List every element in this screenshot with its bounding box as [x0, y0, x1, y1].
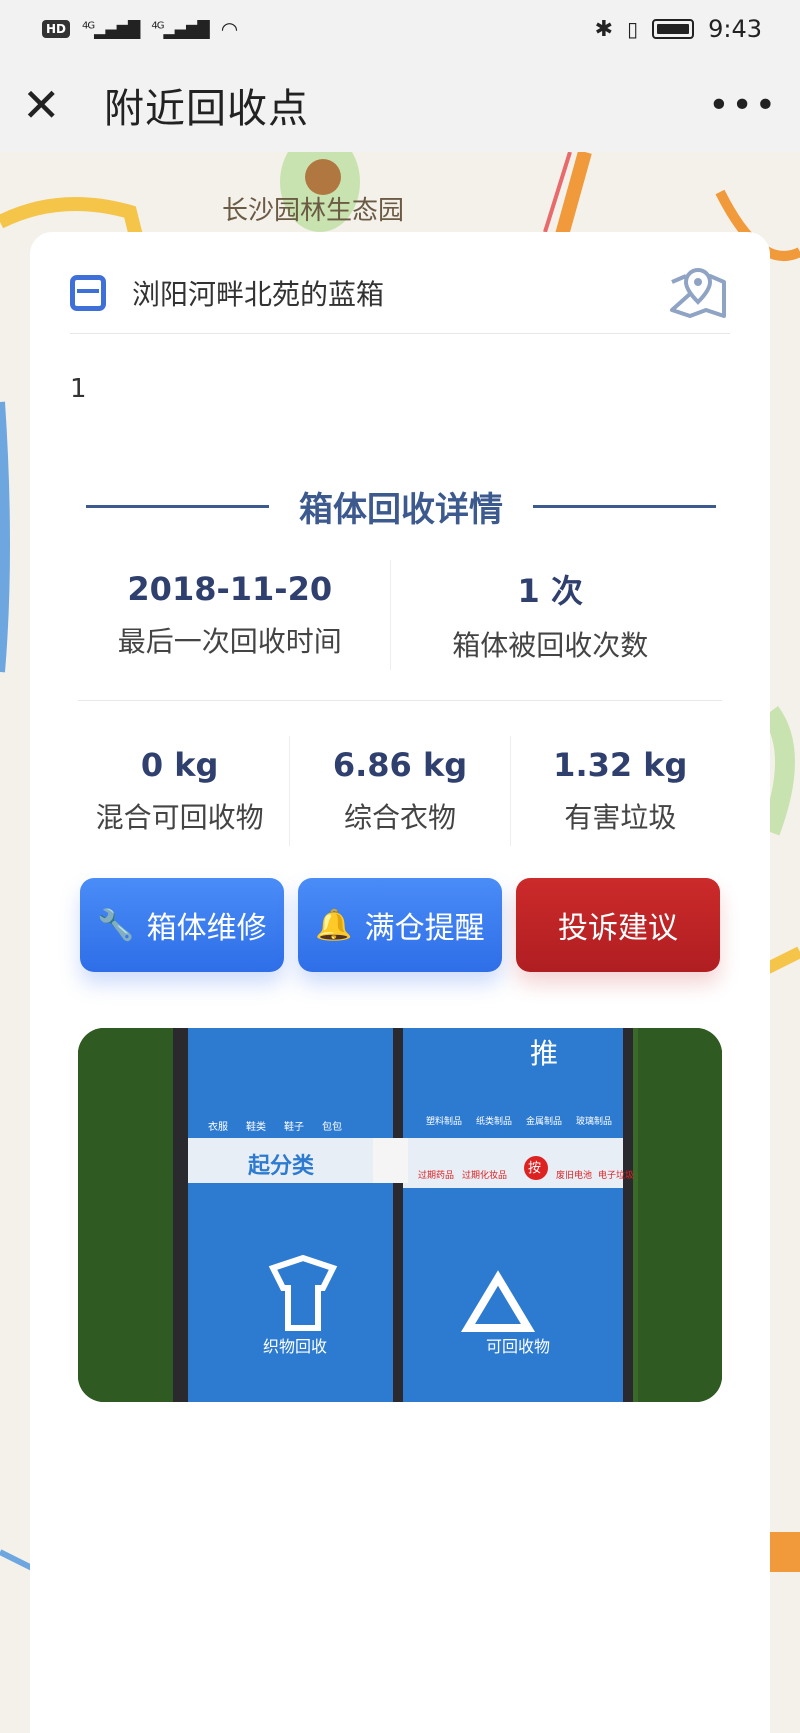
- photo-left-icon-1: 衣服: [208, 1122, 228, 1133]
- repair-button-label: 箱体维修: [146, 911, 267, 946]
- stat-value: 2018-11-20: [127, 570, 333, 608]
- photo-press-label: 按: [528, 1161, 542, 1176]
- stat-clothing: 6.86 kg 综合衣物: [290, 726, 509, 856]
- page-title: 附近回收点: [104, 86, 309, 132]
- stat-value: 1.32 kg: [553, 746, 688, 784]
- stat-label: 最后一次回收时间: [117, 625, 342, 658]
- signal-label-2: 4G: [151, 20, 164, 32]
- divider-left: [86, 505, 269, 508]
- section-title: 箱体回收详情: [299, 490, 503, 530]
- stat-label: 箱体被回收次数: [452, 629, 649, 662]
- photo-hazard-icon-2: 过期化妆品: [462, 1171, 508, 1181]
- wifi-icon: ◠: [220, 17, 239, 41]
- section-title-bar: 箱体回收详情: [86, 482, 716, 531]
- status-bar: HD 4G▂▄▆█ 4G▂▄▆█ ◠ ✱ ▯ 9:43: [0, 0, 800, 58]
- stat-last-collection: 2018-11-20 最后一次回收时间: [70, 550, 390, 680]
- photo-panel-text: 起分类: [248, 1154, 315, 1179]
- photo-left-icon-3: 鞋子: [284, 1122, 304, 1133]
- clock: 9:43: [708, 15, 762, 43]
- stats-primary: 2018-11-20 最后一次回收时间 1 次 箱体被回收次数: [70, 550, 710, 680]
- recycle-point-card: 浏阳河畔北苑的蓝箱 1 箱体回收详情 2018-11-20 最后一次回收时间 1…: [30, 232, 770, 1733]
- stat-value: 6.86 kg: [332, 746, 468, 784]
- stat-collection-count: 1 次 箱体被回收次数: [391, 550, 711, 680]
- nav-bar: ✕ 附近回收点 •••: [0, 58, 800, 152]
- signal-icon-2: 4G▂▄▆█: [151, 19, 209, 39]
- photo-hazard-icon-1: 过期药品: [418, 1171, 455, 1181]
- bell-icon: 🔔: [315, 907, 353, 943]
- card-description: 1: [70, 374, 87, 404]
- photo-right-bin-label: 可回收物: [486, 1337, 551, 1356]
- stat-label: 混合可回收物: [95, 801, 264, 834]
- close-icon[interactable]: ✕: [22, 82, 86, 128]
- complaint-button-label: 投诉建议: [558, 911, 678, 946]
- photo-right-icon-1: 塑料制品: [426, 1117, 463, 1127]
- photo-left-icon-2: 鞋类: [246, 1122, 266, 1133]
- hd-badge: HD: [42, 20, 71, 38]
- photo-hazard-icon-3: 废旧电池: [556, 1171, 593, 1181]
- repair-button[interactable]: 🔧 箱体维修: [80, 878, 284, 972]
- photo-hazard-icon-4: 电子垃圾: [598, 1171, 635, 1181]
- photo-right-icon-2: 纸类制品: [476, 1117, 513, 1127]
- photo-push-label: 推: [530, 1037, 559, 1070]
- full-alert-button[interactable]: 🔔 满仓提醒: [298, 878, 502, 972]
- stat-value: 0 kg: [140, 746, 219, 784]
- more-icon[interactable]: •••: [708, 85, 778, 126]
- stat-mixed-recyclables: 0 kg 混合可回收物: [70, 726, 289, 856]
- action-buttons: 🔧 箱体维修 🔔 满仓提醒 投诉建议: [80, 878, 720, 972]
- card-header: 浏阳河畔北苑的蓝箱: [70, 252, 730, 334]
- battery-icon: [652, 19, 695, 39]
- full-alert-button-label: 满仓提醒: [364, 911, 485, 946]
- stats-divider: [78, 700, 722, 701]
- map-label: 长沙园林生态园: [222, 196, 405, 226]
- bluetooth-icon: ✱: [594, 16, 614, 42]
- stat-label: 有害垃圾: [564, 801, 677, 834]
- complaint-button[interactable]: 投诉建议: [516, 878, 720, 972]
- card-title: 浏阳河畔北苑的蓝箱: [132, 277, 385, 311]
- bin-icon: [70, 274, 106, 311]
- stat-hazardous: 1.32 kg 有害垃圾: [511, 726, 730, 856]
- bin-photo-graphic: [78, 1028, 722, 1402]
- signal-label: 4G: [82, 20, 95, 32]
- wrench-icon: 🔧: [97, 907, 135, 943]
- photo-right-icon-3: 金属制品: [526, 1117, 563, 1127]
- stat-value: 1 次: [517, 572, 583, 610]
- photo-left-bin-label: 织物回收: [263, 1337, 328, 1356]
- map-marker-icon[interactable]: [666, 262, 730, 324]
- vibrate-icon: ▯: [627, 17, 639, 41]
- photo-left-icon-4: 包包: [322, 1122, 342, 1133]
- recycle-bin-photo[interactable]: 推 衣服 鞋类 鞋子 包包 塑料制品 纸类制品 金属制品 玻璃制品 过期药品 过…: [78, 1028, 722, 1402]
- photo-right-icon-4: 玻璃制品: [576, 1117, 613, 1127]
- signal-icon: 4G▂▄▆█: [82, 19, 140, 39]
- stats-weights: 0 kg 混合可回收物 6.86 kg 综合衣物 1.32 kg 有害垃圾: [70, 726, 730, 856]
- divider-right: [533, 505, 716, 508]
- stat-label: 综合衣物: [343, 801, 456, 834]
